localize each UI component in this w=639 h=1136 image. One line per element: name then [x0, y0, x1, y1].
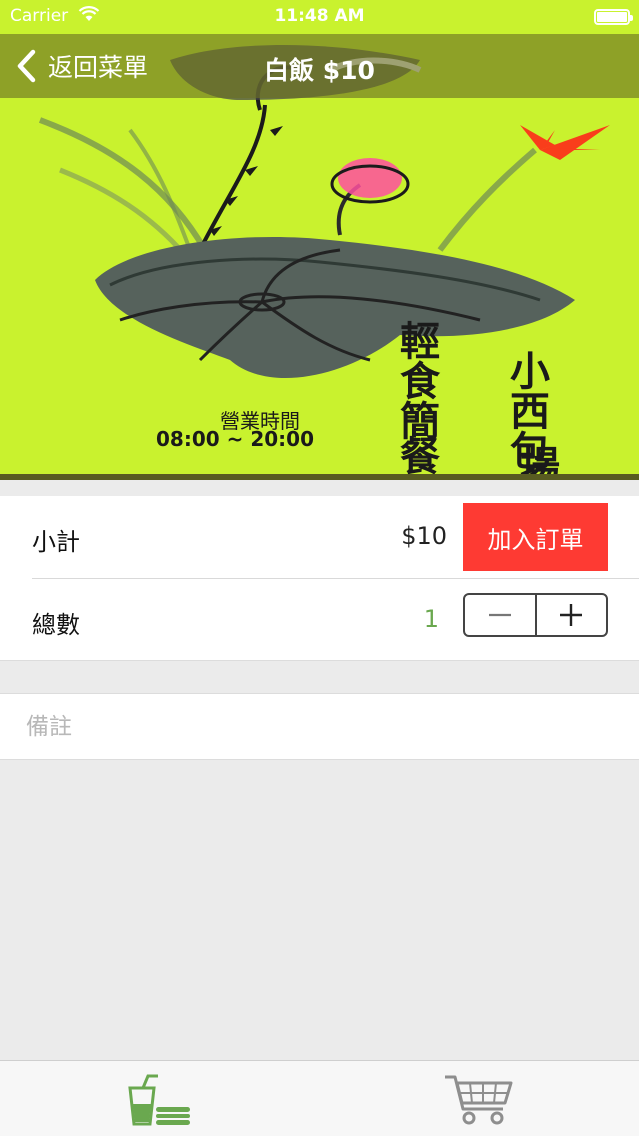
hero-hours: 08:00 ~ 20:00 — [156, 427, 314, 451]
quantity-label: 總數 — [32, 611, 80, 639]
status-time: 11:48 AM — [274, 6, 365, 26]
minus-icon — [488, 613, 511, 617]
add-to-order-button[interactable]: 加入訂單 — [463, 503, 608, 571]
note-field-container — [0, 693, 639, 760]
subtotal-value: $10 — [401, 522, 447, 550]
order-section: 小計 $10 加入訂單 總數 1 — [0, 496, 639, 661]
hero-bottom-border — [0, 474, 639, 480]
shopping-cart-icon — [445, 1075, 513, 1125]
tab-bar — [0, 1060, 639, 1136]
decrement-button[interactable] — [465, 595, 535, 635]
subtotal-label: 小計 — [32, 528, 80, 556]
plus-icon — [560, 604, 583, 626]
page-title: 白飯 $10 — [264, 56, 375, 85]
food-drink-icon — [128, 1074, 190, 1126]
increment-button[interactable] — [534, 595, 607, 635]
quantity-value: 1 — [423, 605, 439, 633]
quantity-row: 總數 1 — [0, 579, 639, 661]
battery-icon — [594, 9, 633, 25]
tab-menu[interactable] — [0, 1061, 319, 1136]
note-input[interactable] — [26, 694, 616, 759]
tab-cart[interactable] — [320, 1061, 639, 1136]
subtotal-row: 小計 $10 加入訂單 — [0, 496, 639, 579]
quantity-stepper[interactable] — [463, 593, 608, 637]
status-bar: Carrier 11:48 AM — [0, 0, 639, 34]
navigation-bar: 返回菜單 白飯 $10 — [0, 34, 639, 98]
